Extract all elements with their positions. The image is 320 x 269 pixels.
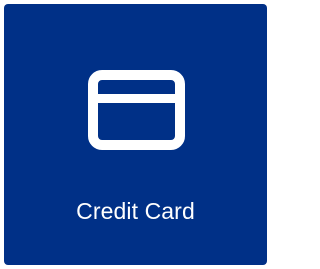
credit-card-icon [88, 70, 185, 150]
credit-card-option-button[interactable]: Credit Card [4, 4, 267, 265]
credit-card-label: Credit Card [76, 198, 195, 224]
